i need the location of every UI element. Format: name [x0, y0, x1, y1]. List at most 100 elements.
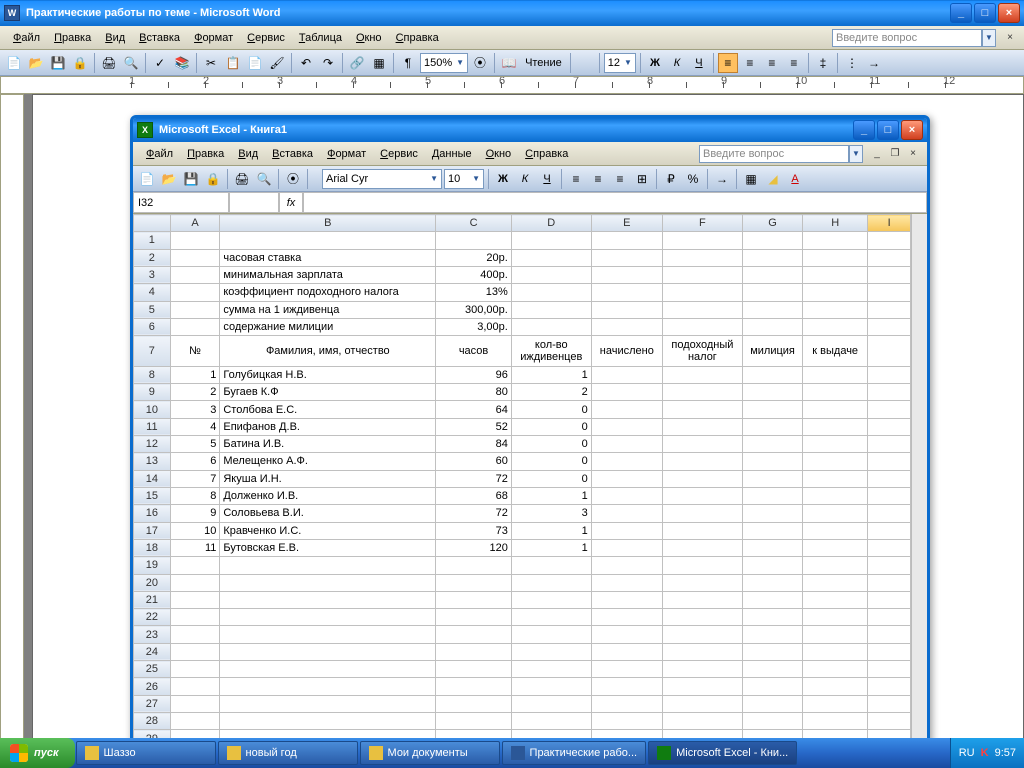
- cell-F11[interactable]: [662, 418, 742, 435]
- cell-A28[interactable]: [170, 713, 220, 730]
- menu-service[interactable]: Сервис: [240, 30, 292, 46]
- row-header-23[interactable]: 23: [134, 626, 171, 643]
- cell-F8[interactable]: [662, 366, 742, 383]
- cell-C28[interactable]: [436, 713, 512, 730]
- excel-menu-edit[interactable]: Правка: [180, 146, 231, 162]
- cell-B21[interactable]: [220, 591, 436, 608]
- italic-icon[interactable]: К: [667, 53, 687, 73]
- cell-D13[interactable]: 0: [511, 453, 591, 470]
- cell-H11[interactable]: [803, 418, 868, 435]
- cell-A18[interactable]: 11: [170, 539, 220, 556]
- cell-E18[interactable]: [591, 539, 662, 556]
- cell-H3[interactable]: [803, 266, 868, 283]
- cell-G13[interactable]: [742, 453, 802, 470]
- cell-G24[interactable]: [742, 643, 802, 660]
- row-header-26[interactable]: 26: [134, 678, 171, 695]
- word-vertical-ruler[interactable]: [0, 94, 24, 748]
- cell-C6[interactable]: 3,00р.: [436, 318, 512, 335]
- cell-H19[interactable]: [803, 557, 868, 574]
- cell-F5[interactable]: [662, 301, 742, 318]
- excel-menu-insert[interactable]: Вставка: [265, 146, 320, 162]
- cell-B17[interactable]: Кравченко И.С.: [220, 522, 436, 539]
- cell-I26[interactable]: [868, 678, 911, 695]
- row-header-6[interactable]: 6: [134, 318, 171, 335]
- cell-H2[interactable]: [803, 249, 868, 266]
- cell-A23[interactable]: [170, 626, 220, 643]
- maximize-button[interactable]: □: [974, 3, 996, 23]
- cell-H12[interactable]: [803, 436, 868, 453]
- menu-format[interactable]: Формат: [187, 30, 240, 46]
- row-header-3[interactable]: 3: [134, 266, 171, 283]
- cell-D27[interactable]: [511, 695, 591, 712]
- cell-G10[interactable]: [742, 401, 802, 418]
- cell-D7[interactable]: кол-во иждивенцев: [511, 336, 591, 367]
- cell-G16[interactable]: [742, 505, 802, 522]
- help-dropdown-icon[interactable]: ▼: [982, 29, 996, 47]
- row-header-7[interactable]: 7: [134, 336, 171, 367]
- cell-A22[interactable]: [170, 609, 220, 626]
- cell-D6[interactable]: [511, 318, 591, 335]
- task-item-word[interactable]: Практические рабо...: [502, 741, 647, 765]
- excel-indent-icon[interactable]: →: [712, 169, 732, 189]
- align-left-icon[interactable]: ≡: [718, 53, 738, 73]
- cell-I19[interactable]: [868, 557, 911, 574]
- cell-I20[interactable]: [868, 574, 911, 591]
- cell-F21[interactable]: [662, 591, 742, 608]
- cell-E26[interactable]: [591, 678, 662, 695]
- excel-percent-icon[interactable]: %: [683, 169, 703, 189]
- excel-preview-icon[interactable]: 🔍: [254, 169, 274, 189]
- cell-D26[interactable]: [511, 678, 591, 695]
- cell-I21[interactable]: [868, 591, 911, 608]
- col-header-I[interactable]: I: [868, 215, 911, 232]
- close-button[interactable]: ×: [998, 3, 1020, 23]
- cell-D12[interactable]: 0: [511, 436, 591, 453]
- cell-C11[interactable]: 52: [436, 418, 512, 435]
- cell-I8[interactable]: [868, 366, 911, 383]
- cell-I25[interactable]: [868, 661, 911, 678]
- cell-A24[interactable]: [170, 643, 220, 660]
- cell-B10[interactable]: Столбова Е.С.: [220, 401, 436, 418]
- cell-G28[interactable]: [742, 713, 802, 730]
- cell-C8[interactable]: 96: [436, 366, 512, 383]
- cell-A4[interactable]: [170, 284, 220, 301]
- indent-icon[interactable]: →: [864, 53, 884, 73]
- excel-new-icon[interactable]: 📄: [137, 169, 157, 189]
- cell-H8[interactable]: [803, 366, 868, 383]
- cell-D9[interactable]: 2: [511, 384, 591, 401]
- print-icon[interactable]: 🖨: [99, 53, 119, 73]
- cell-I10[interactable]: [868, 401, 911, 418]
- excel-open-icon[interactable]: 📂: [159, 169, 179, 189]
- cell-F13[interactable]: [662, 453, 742, 470]
- cell-B1[interactable]: [220, 232, 436, 249]
- row-header-1[interactable]: 1: [134, 232, 171, 249]
- cell-G17[interactable]: [742, 522, 802, 539]
- col-header-A[interactable]: A: [170, 215, 220, 232]
- cell-I16[interactable]: [868, 505, 911, 522]
- doc-close-button[interactable]: ×: [1002, 31, 1018, 45]
- cell-H20[interactable]: [803, 574, 868, 591]
- bullets-icon[interactable]: ⋮: [842, 53, 862, 73]
- cut-icon[interactable]: ✂: [201, 53, 221, 73]
- cell-A20[interactable]: [170, 574, 220, 591]
- cell-I24[interactable]: [868, 643, 911, 660]
- cell-D10[interactable]: 0: [511, 401, 591, 418]
- cell-G11[interactable]: [742, 418, 802, 435]
- cell-B11[interactable]: Епифанов Д.В.: [220, 418, 436, 435]
- cell-A2[interactable]: [170, 249, 220, 266]
- cell-F23[interactable]: [662, 626, 742, 643]
- excel-doc-close-button[interactable]: ×: [905, 147, 921, 161]
- excel-bold-icon[interactable]: Ж: [493, 169, 513, 189]
- start-button[interactable]: пуск: [0, 738, 75, 768]
- paragraph-icon[interactable]: ¶: [398, 53, 418, 73]
- excel-save-icon[interactable]: 💾: [181, 169, 201, 189]
- cell-A11[interactable]: 4: [170, 418, 220, 435]
- row-header-8[interactable]: 8: [134, 366, 171, 383]
- col-header-D[interactable]: D: [511, 215, 591, 232]
- cell-G15[interactable]: [742, 487, 802, 504]
- cell-I18[interactable]: [868, 539, 911, 556]
- cell-E17[interactable]: [591, 522, 662, 539]
- cell-A8[interactable]: 1: [170, 366, 220, 383]
- cell-D19[interactable]: [511, 557, 591, 574]
- cell-A26[interactable]: [170, 678, 220, 695]
- cell-B16[interactable]: Соловьева В.И.: [220, 505, 436, 522]
